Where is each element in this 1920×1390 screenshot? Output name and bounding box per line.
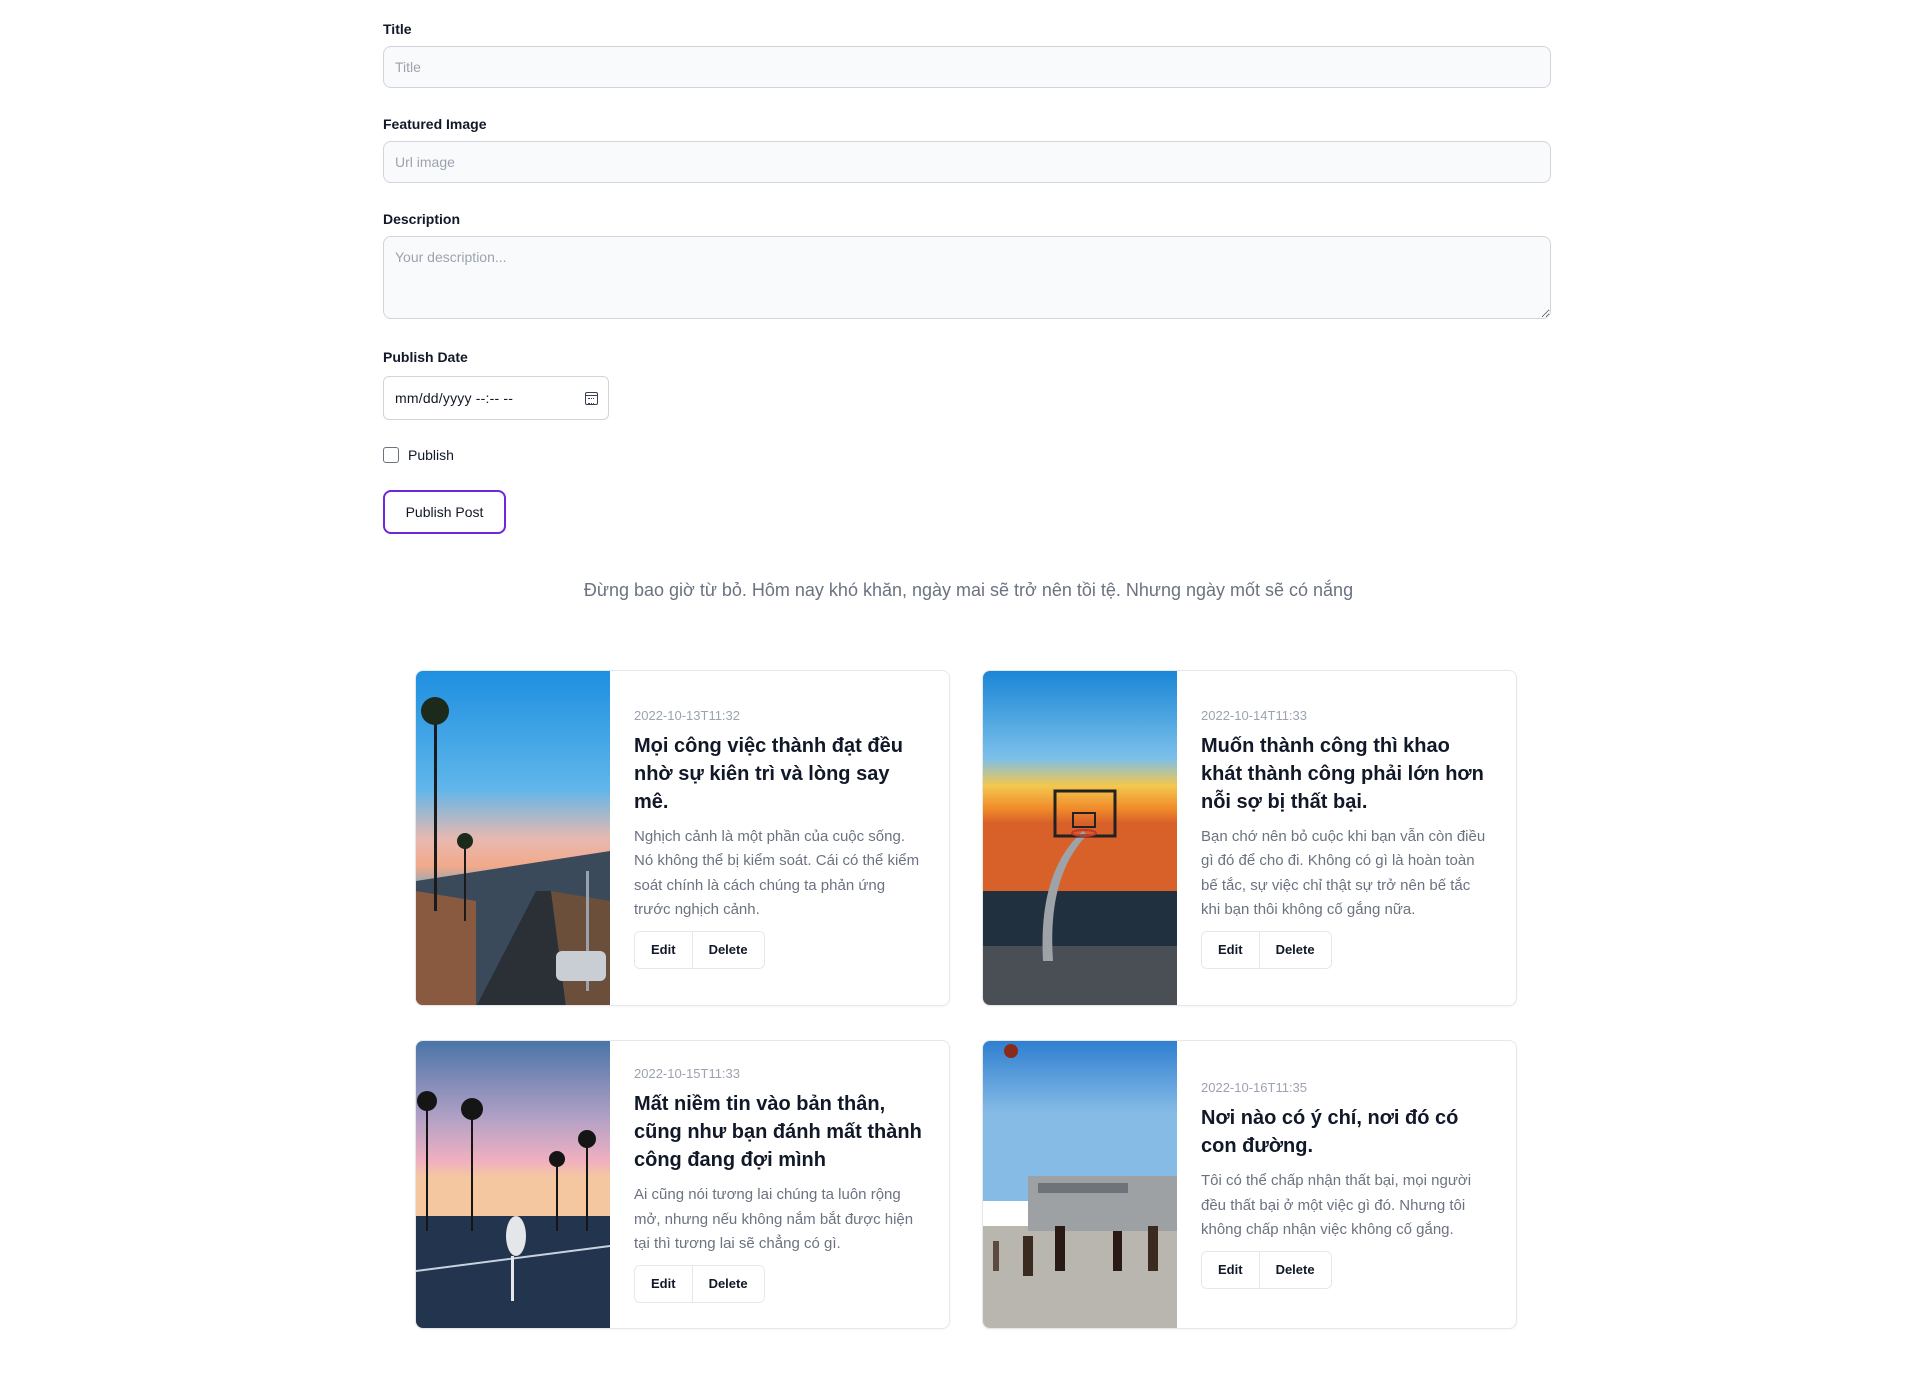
post-actions: Edit Delete [1201, 1250, 1332, 1289]
post-date: 2022-10-14T11:33 [1201, 707, 1308, 723]
post-description: Tôi có thể chấp nhận thất bại, mọi người… [1201, 1172, 1472, 1239]
post-title: Mất niềm tin vào bản thân, cũng như bạn … [634, 1093, 922, 1172]
description-group: Description [383, 210, 1551, 324]
featured-image-group: Featured Image [383, 115, 1551, 183]
delete-button[interactable]: Delete [691, 931, 764, 968]
post-title: Muốn thành công thì khao khát thành công… [1201, 734, 1484, 813]
delete-button[interactable]: Delete [691, 1265, 764, 1302]
publish-post-button[interactable]: Publish Post [383, 490, 506, 534]
post-description: Ai cũng nói tương lai chúng ta luôn rộng… [634, 1186, 914, 1253]
post-content: 2022-10-15T11:33 Mất niềm tin vào bản th… [610, 1041, 949, 1328]
post-image-palm-street [416, 671, 610, 1005]
publish-date-value: mm/dd/yyyy --:-- -- [395, 390, 514, 406]
post-card: 2022-10-16T11:35 Nơi nào có ý chí, nơi đ… [982, 1040, 1517, 1329]
post-description: Bạn chớ nên bỏ cuộc khi bạn vẫn còn điều… [1201, 827, 1486, 919]
quote-text: Đừng bao giờ từ bỏ. Hôm nay khó khăn, ng… [583, 580, 1354, 600]
title-input[interactable] [383, 46, 1551, 88]
post-title: Nơi nào có ý chí, nơi đó có con đường. [1201, 1107, 1459, 1158]
featured-image-input[interactable] [383, 141, 1551, 183]
description-textarea[interactable] [383, 236, 1551, 319]
post-card: 2022-10-15T11:33 Mất niềm tin vào bản th… [415, 1040, 950, 1329]
post-actions: Edit Delete [1201, 930, 1332, 969]
post-image-palm-court-dusk [416, 1041, 610, 1328]
create-post-form: Title Featured Image Description Publish… [383, 20, 1551, 534]
post-image-basketball-hoop-sunset [983, 671, 1177, 1005]
edit-button[interactable]: Edit [1202, 931, 1259, 968]
publish-checkbox[interactable] [383, 447, 399, 463]
publish-checkbox-label[interactable]: Publish [408, 447, 454, 463]
description-label: Description [383, 211, 461, 227]
post-title: Mọi công việc thành đạt đều nhờ sự kiên … [634, 734, 903, 813]
post-actions: Edit Delete [634, 930, 765, 969]
post-content: 2022-10-13T11:32 Mọi công việc thành đạt… [610, 671, 949, 1005]
post-date: 2022-10-15T11:33 [634, 1066, 741, 1082]
post-image-basketball-players [983, 1041, 1177, 1328]
post-date: 2022-10-16T11:35 [1201, 1080, 1308, 1096]
post-description: Nghịch cảnh là một phần của cuộc sống. N… [634, 827, 920, 919]
post-card: 2022-10-14T11:33 Muốn thành công thì kha… [982, 670, 1517, 1006]
post-card: 2022-10-13T11:32 Mọi công việc thành đạt… [415, 670, 950, 1006]
delete-button[interactable]: Delete [1258, 931, 1331, 968]
post-date: 2022-10-13T11:32 [634, 707, 741, 723]
publish-date-input[interactable]: mm/dd/yyyy --:-- -- [383, 376, 609, 420]
delete-button[interactable]: Delete [1258, 1251, 1331, 1288]
edit-button[interactable]: Edit [1202, 1251, 1259, 1288]
calendar-icon[interactable] [585, 391, 598, 405]
publish-date-group: Publish Date mm/dd/yyyy --:-- -- [383, 348, 1551, 420]
edit-button[interactable]: Edit [635, 1265, 692, 1302]
edit-button[interactable]: Edit [635, 931, 692, 968]
title-label: Title [383, 21, 412, 37]
title-group: Title [383, 20, 1551, 88]
post-content: 2022-10-16T11:35 Nơi nào có ý chí, nơi đ… [1177, 1041, 1516, 1328]
featured-image-label: Featured Image [383, 116, 487, 132]
publish-checkbox-row[interactable]: Publish [383, 446, 1551, 464]
publish-date-label: Publish Date [383, 349, 468, 365]
post-actions: Edit Delete [634, 1264, 765, 1303]
post-content: 2022-10-14T11:33 Muốn thành công thì kha… [1177, 671, 1516, 1005]
